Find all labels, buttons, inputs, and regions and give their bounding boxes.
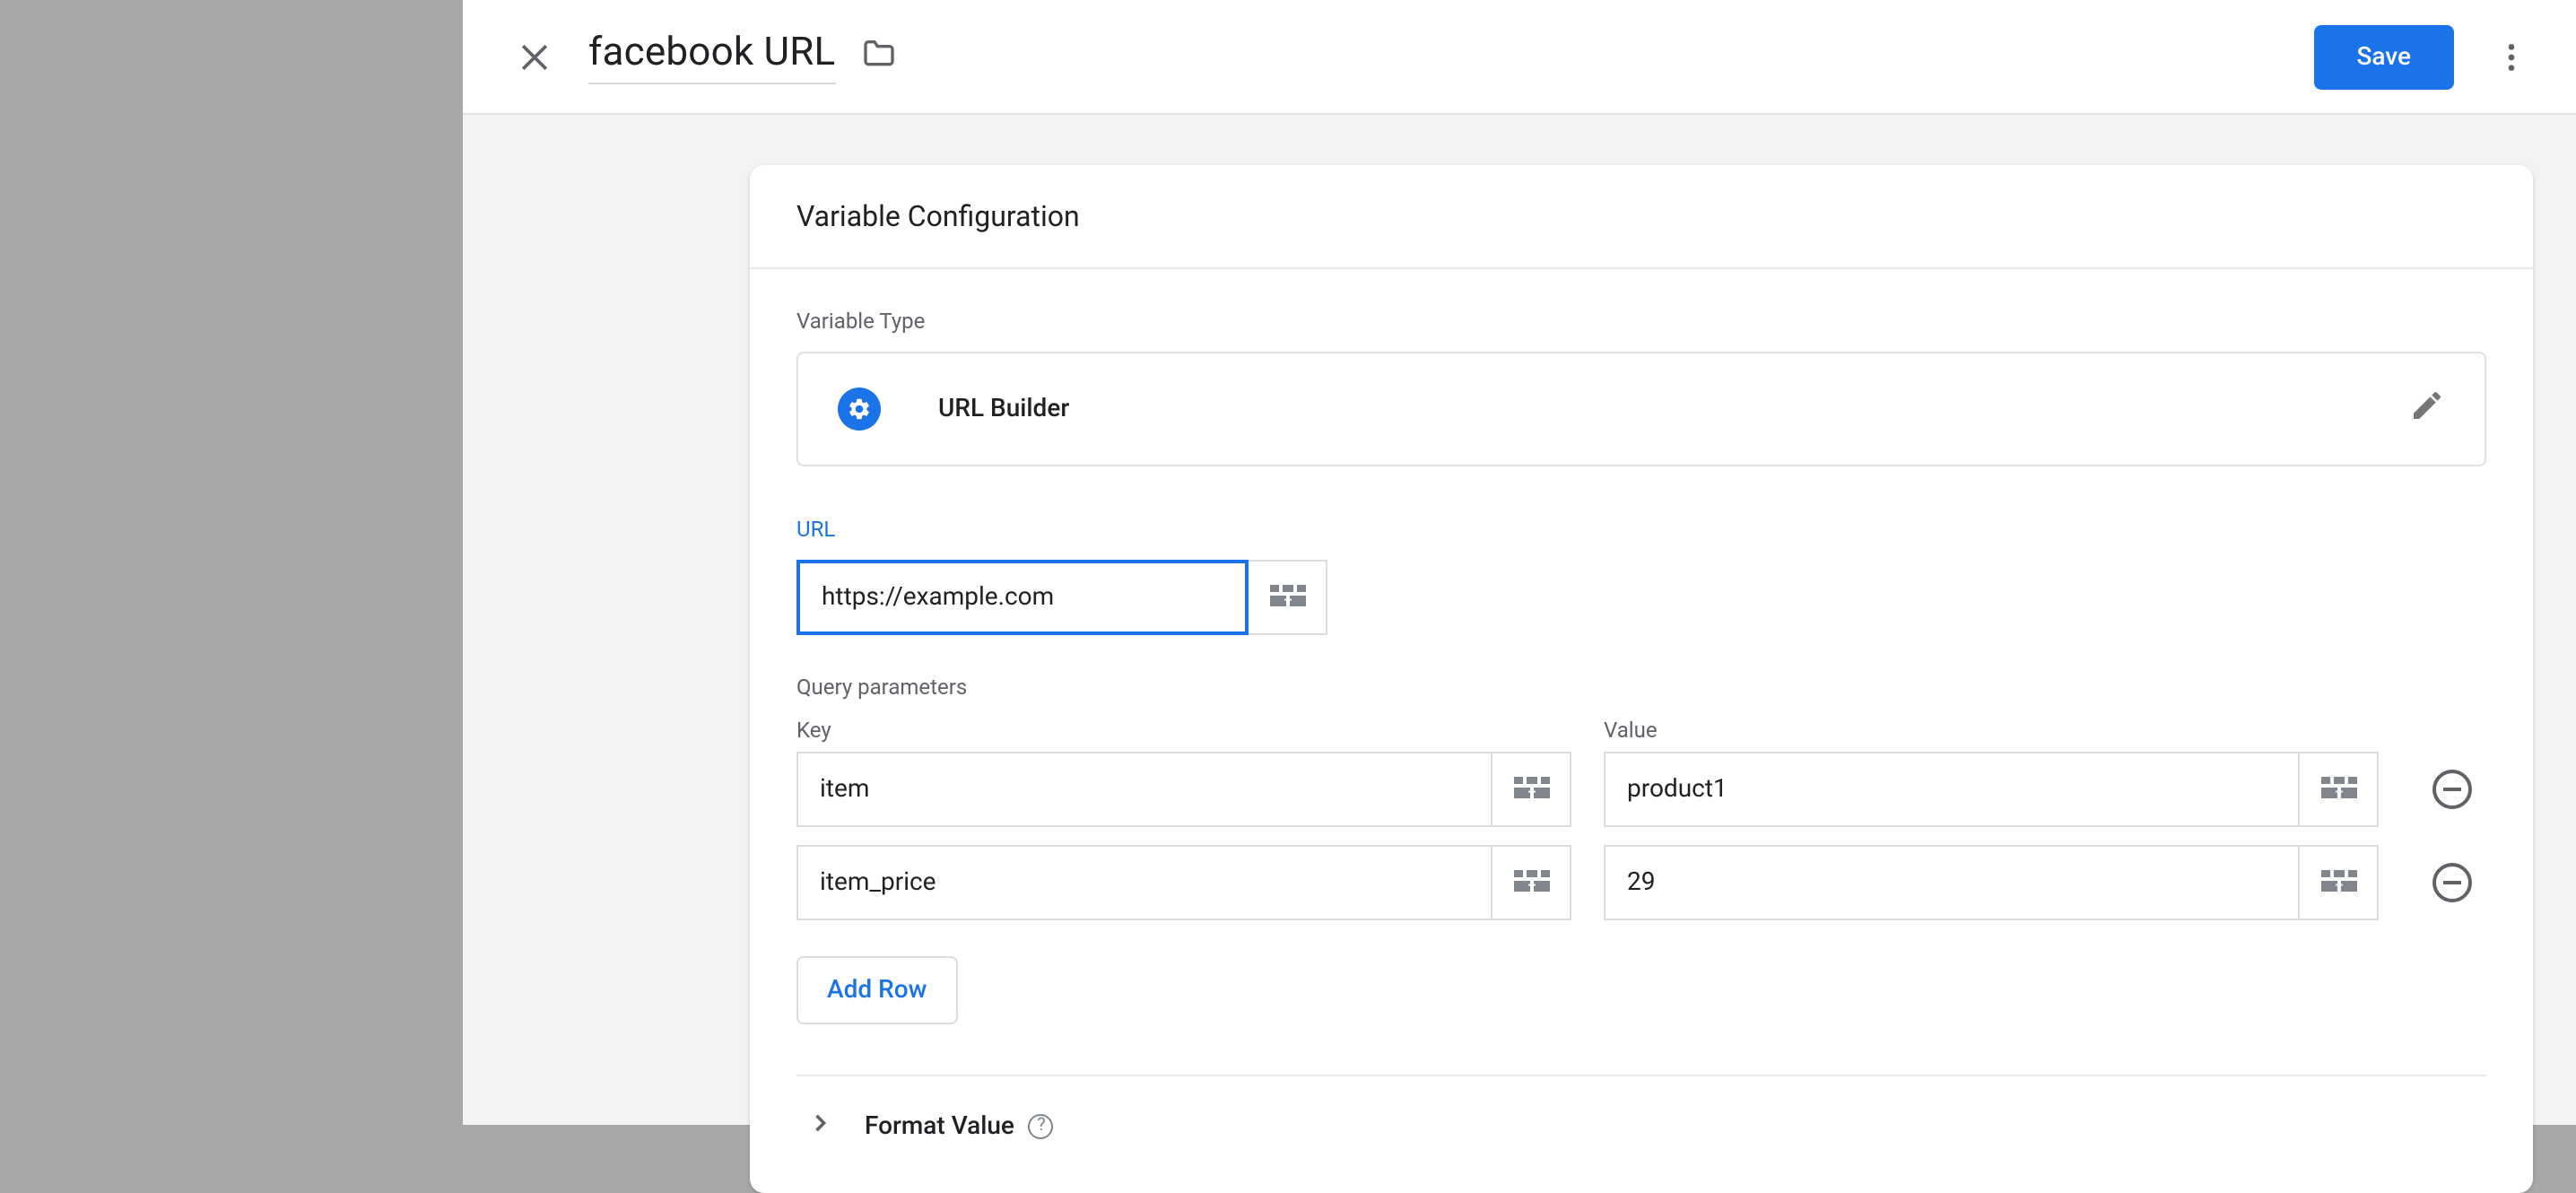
more-options-button[interactable] [2476,21,2547,92]
svg-text:+: + [1527,876,1536,893]
param-key-input[interactable] [796,752,1493,827]
more-vert-icon [2493,39,2529,74]
variable-type-name: URL Builder [938,395,2409,423]
variable-type-selector[interactable]: URL Builder [796,352,2486,466]
page-title[interactable]: facebook URL [588,30,835,83]
brick-icon: + [1513,870,1549,895]
url-variable-picker[interactable]: + [1249,560,1327,635]
param-key-input[interactable] [796,845,1493,920]
param-row: + + [796,752,2486,827]
url-input[interactable] [796,560,1249,635]
svg-text:+: + [1527,783,1536,800]
param-value-picker[interactable]: + [2300,752,2379,827]
gear-icon [838,388,881,431]
close-button[interactable] [513,35,556,78]
save-button[interactable]: Save [2313,24,2454,89]
help-icon[interactable]: ? [1029,1113,1054,1138]
edit-icon [2409,388,2445,431]
folder-icon [860,35,896,71]
url-label: URL [796,517,2486,542]
param-key-picker[interactable]: + [1493,752,1571,827]
main-panel: facebook URL Save Variable [463,0,2576,1125]
remove-row-button[interactable] [2432,770,2472,809]
add-row-button[interactable]: Add Row [796,956,957,1024]
card-header: Variable Configuration [750,165,2533,269]
variable-config-card: Variable Configuration Variable Type URL… [750,165,2533,1193]
param-row: + + [796,845,2486,920]
param-value-input[interactable] [1604,845,2300,920]
format-value-label: Format Value [865,1111,1014,1140]
param-value-picker[interactable]: + [2300,845,2379,920]
key-column-label: Key [796,718,1571,743]
brick-icon: + [1513,777,1549,802]
format-value-toggle[interactable]: Format Value ? [796,1076,2486,1171]
chevron-right-icon [807,1109,832,1143]
close-icon [515,37,554,76]
brick-icon: + [1269,585,1305,610]
svg-text:+: + [2335,783,2343,800]
folder-button[interactable] [860,35,896,78]
card-title: Variable Configuration [796,199,2486,233]
brick-icon: + [2320,870,2356,895]
param-value-input[interactable] [1604,752,2300,827]
query-params-label: Query parameters [796,675,2486,700]
remove-row-button[interactable] [2432,863,2472,902]
brick-icon: + [2320,777,2356,802]
variable-type-label: Variable Type [796,309,2486,334]
svg-text:+: + [1284,591,1292,608]
backdrop [0,0,463,1125]
param-key-picker[interactable]: + [1493,845,1571,920]
value-column-label: Value [1604,718,2379,743]
svg-text:+: + [2335,876,2343,893]
header-bar: facebook URL Save [463,0,2576,115]
